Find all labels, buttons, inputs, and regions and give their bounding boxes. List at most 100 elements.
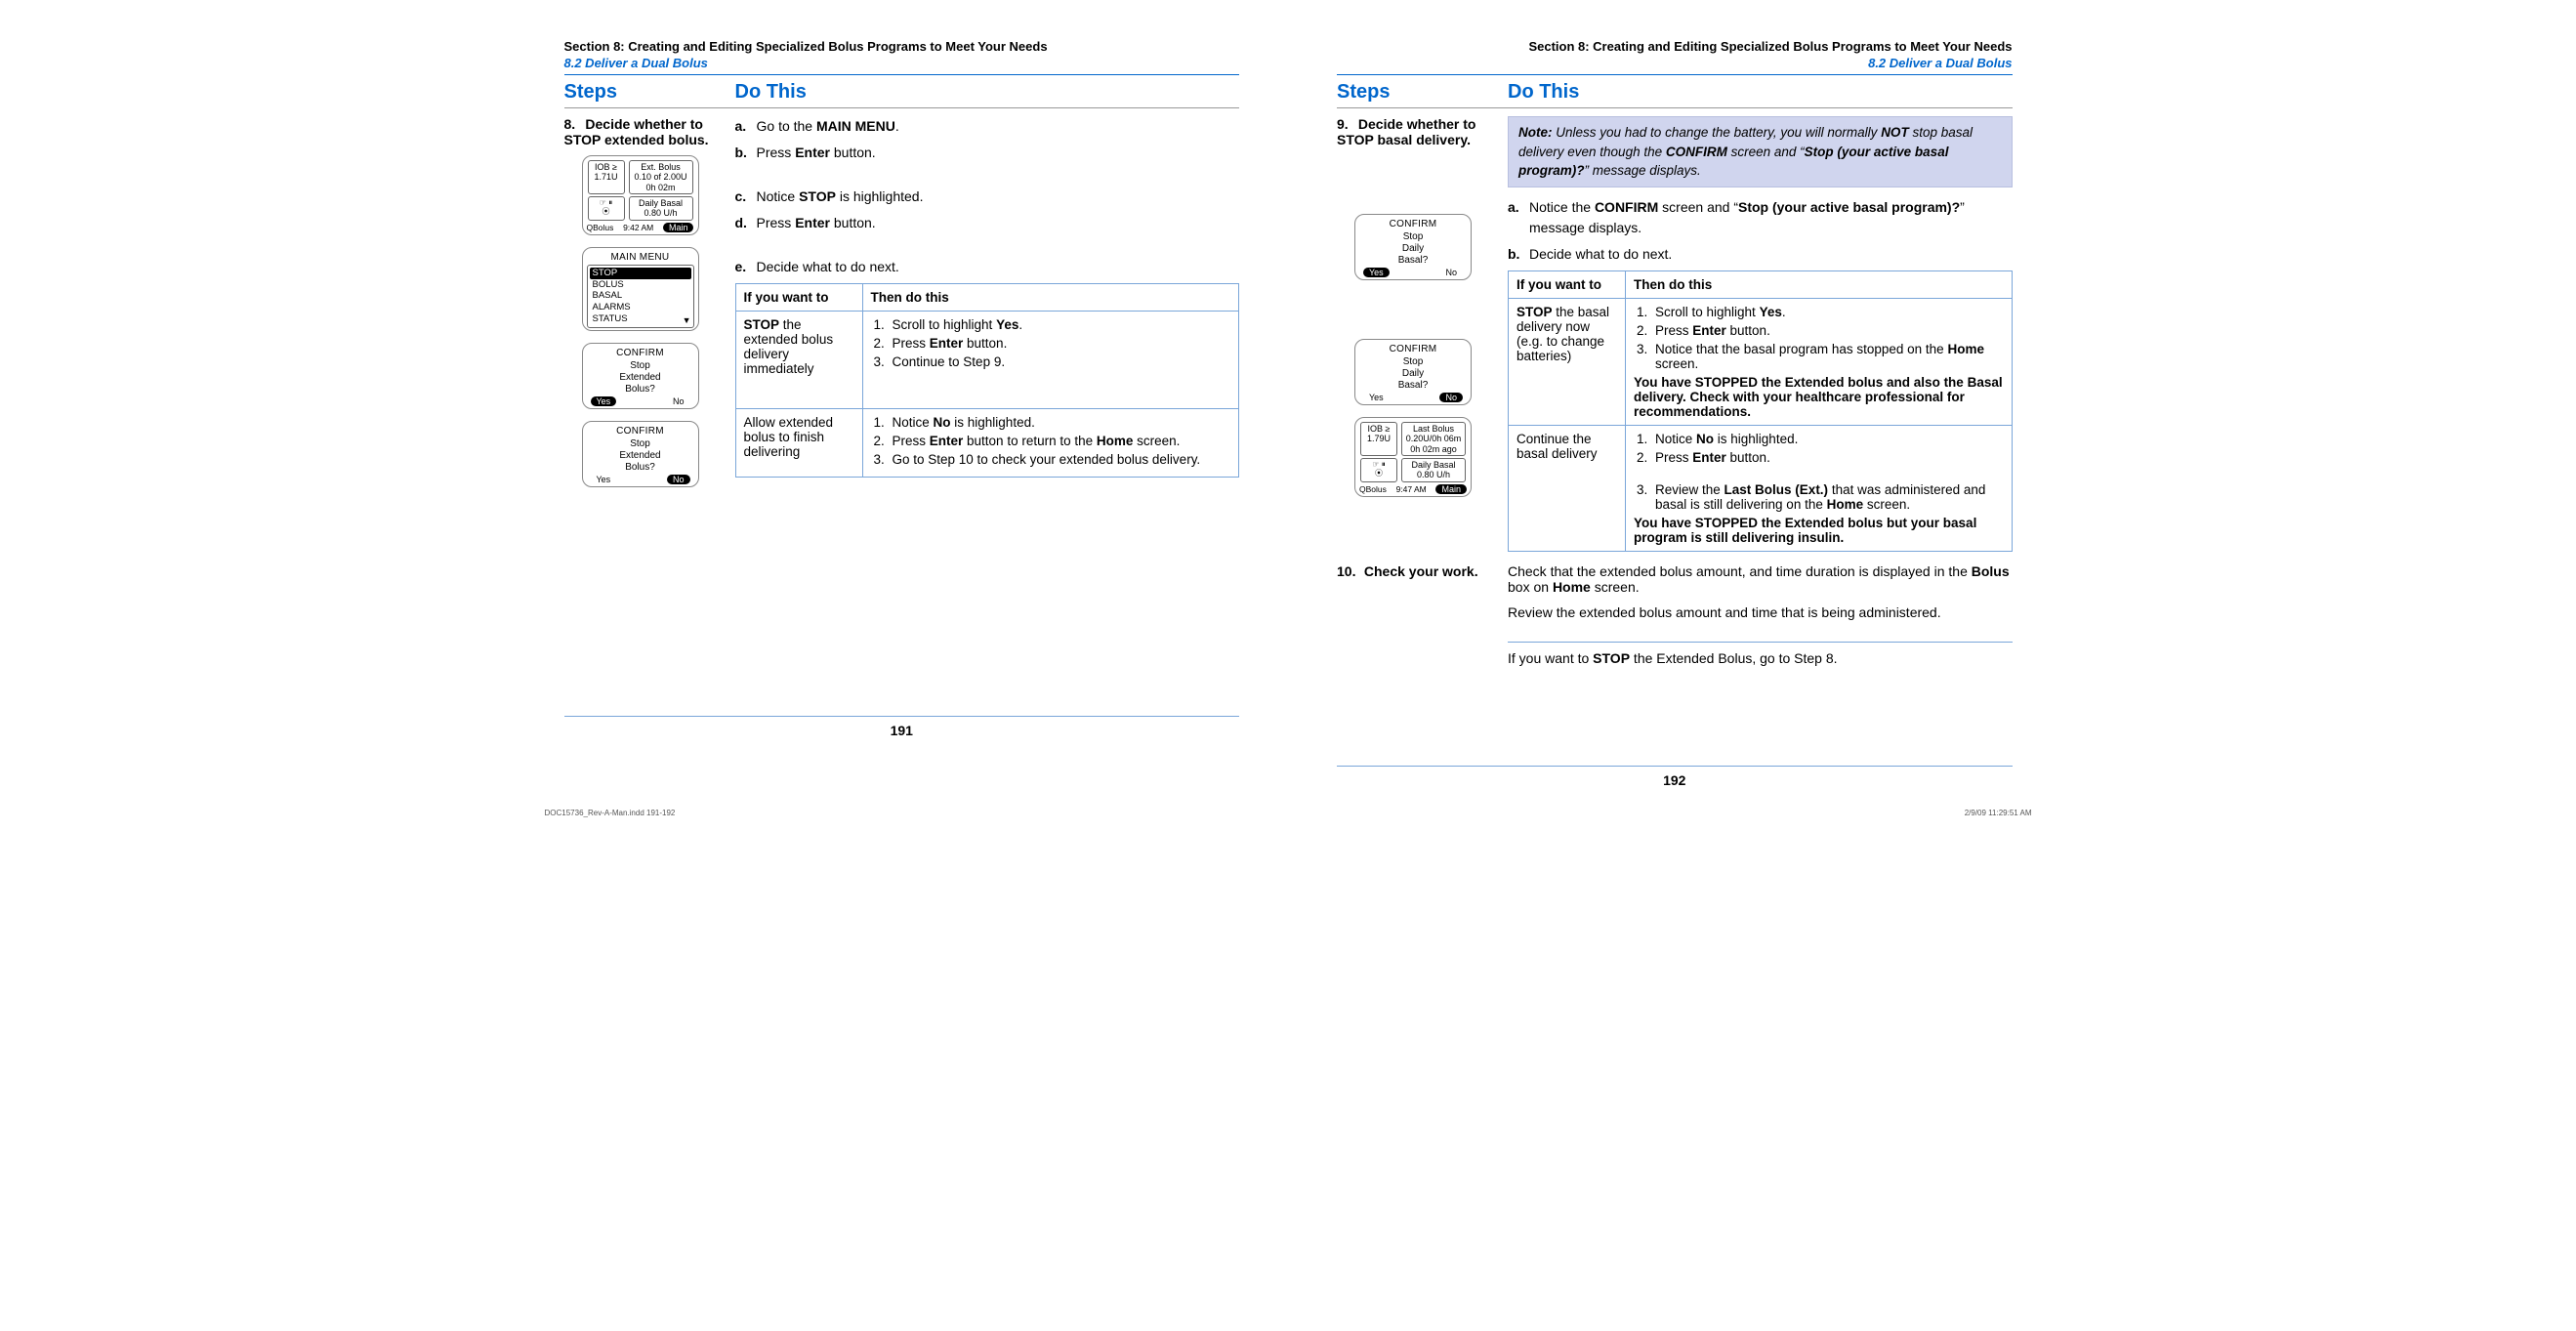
col-header-do-this: Do This [735,81,1240,104]
rule [564,74,1240,75]
rule [1337,74,2013,75]
device-home-screen: IOB ≥ 1.79U Last Bolus 0.20U/0h 06m 0h 0… [1354,417,1472,497]
confirm-title: CONFIRM [587,426,694,437]
step-8-row: 8. Decide whether to STOP extended bolus… [564,116,1240,499]
ext-bolus-l2: 0.10 of 2.00U [632,172,690,182]
confirm-l2: Extended [587,372,694,383]
confirm-yes: Yes [1363,393,1390,402]
confirm-no: No [667,396,690,406]
foot-right: Main [663,223,694,232]
confirm-l1: Stop [587,438,694,449]
ext-bolus-l1: Ext. Bolus [632,162,690,172]
page-number: 191 [564,716,1240,738]
basal-l2: 0.80 U/h [632,208,690,218]
page-left: Section 8: Creating and Editing Speciali… [545,10,1260,788]
device-home-screen: IOB ≥ 1.71U Ext. Bolus 0.10 of 2.00U 0h … [582,155,699,235]
col-header-steps: Steps [564,81,735,104]
confirm-l1: Stop [1359,356,1467,367]
confirm-yes: Yes [591,396,617,406]
section-heading: Section 8: Creating and Editing Speciali… [564,39,1240,54]
device-confirm-no: CONFIRM Stop Extended Bolus? Yes No [582,421,699,487]
confirm-title: CONFIRM [1359,344,1467,354]
step-number: 10. [1337,563,1360,579]
confirm-l2: Daily [1359,368,1467,379]
section-heading: Section 8: Creating and Editing Speciali… [1337,39,2013,54]
foot-center: 9:47 AM [1396,484,1427,494]
substep-c: c.Notice STOP is highlighted. [735,187,1240,207]
step-8-label: 8. Decide whether to STOP extended bolus… [564,116,735,499]
basal-l2: 0.80 U/h [1404,470,1463,479]
step-9-body: Note: Unless you had to change the batte… [1508,116,2013,552]
menu-item-stop: STOP [590,268,691,279]
foot-center: 9:42 AM [623,223,653,232]
confirm-l3: Basal? [1359,255,1467,266]
th-if: If you want to [1509,270,1626,298]
row-tail: You have STOPPED the Extended bolus but … [1634,516,2004,545]
row-tail: You have STOPPED the Extended bolus and … [1634,375,2004,419]
confirm-l1: Stop [1359,231,1467,242]
menu-item-alarms: ALARMS [590,302,691,313]
scroll-up-icon: ▲ [683,268,691,277]
print-slug: 2/9/09 11:29:51 AM [1965,809,2032,817]
last-bolus-l1: Last Bolus [1404,424,1463,434]
step-10-body: Check that the extended bolus amount, an… [1508,563,2013,666]
basal-l1: Daily Basal [1404,460,1463,470]
column-headers: Steps Do This [564,79,1240,108]
step-number: 9. [1337,116,1354,132]
th-then: Then do this [862,284,1239,312]
menu-item-basal: BASAL [590,290,691,302]
last-bolus-l3: 0h 02m ago [1404,444,1463,454]
foot-left: QBolus [587,223,614,232]
table-row: STOP the extended bolus delivery immedia… [735,312,1239,409]
page-right: Section 8: Creating and Editing Speciali… [1317,10,2032,788]
th-then: Then do this [1626,270,2013,298]
ext-bolus-l3: 0h 02m [632,183,690,192]
step-title: Decide whether to STOP basal delivery. [1337,116,1475,147]
step-title: Check your work. [1364,563,1478,579]
confirm-l2: Daily [1359,243,1467,254]
substep-a: a.Notice the CONFIRM screen and “Stop (y… [1508,197,2013,238]
subsection-heading: 8.2 Deliver a Dual Bolus [1337,56,2013,70]
confirm-yes: Yes [1363,268,1390,277]
decision-table: If you want to Then do this STOP the ext… [735,283,1240,478]
confirm-l2: Extended [587,450,694,461]
iob-value: 1.71U [591,172,622,182]
step-8-body: a.Go to the MAIN MENU. b.Press Enter but… [735,116,1240,499]
confirm-no: No [1439,268,1463,277]
device-main-menu: MAIN MENU STOP ▲ BOLUS BASAL ALARMS STAT… [582,247,699,331]
step-10-row: 10. Check your work. Check that the exte… [1337,563,2013,666]
print-slug: DOC15736_Rev-A-Man.indd 191-192 [545,809,676,817]
col-header-do-this: Do This [1508,81,2013,104]
table-row: Continue the basal delivery Notice No is… [1509,425,2013,551]
last-bolus-l2: 0.20U/0h 06m [1404,434,1463,443]
foot-left: QBolus [1359,484,1387,494]
page-spread: Section 8: Creating and Editing Speciali… [545,0,2032,788]
menu-item-bolus: BOLUS [590,279,691,291]
substep-a: a.Go to the MAIN MENU. [735,116,1240,137]
foot-right: Main [1435,484,1467,494]
page-number: 192 [1337,766,2013,788]
menu-item-status: STATUS [590,313,691,325]
note-box: Note: Unless you had to change the batte… [1508,116,2013,187]
basal-l1: Daily Basal [632,198,690,208]
substep-b: b.Decide what to do next. [1508,244,2013,265]
confirm-yes: Yes [591,475,617,484]
substep-e: e.Decide what to do next. [735,257,1240,277]
scroll-down-icon: ▼ [683,315,691,325]
confirm-title: CONFIRM [587,348,694,358]
col-header-steps: Steps [1337,81,1508,104]
column-headers: Steps Do This [1337,79,2013,108]
th-if: If you want to [735,284,862,312]
device-confirm-yes: CONFIRM Stop Extended Bolus? Yes No [582,343,699,409]
confirm-l3: Bolus? [587,462,694,473]
step-9-row: 9. Decide whether to STOP basal delivery… [1337,116,2013,552]
step-9-label: 9. Decide whether to STOP basal delivery… [1337,116,1508,552]
confirm-no: No [667,475,690,484]
subsection-heading: 8.2 Deliver a Dual Bolus [564,56,1240,70]
decision-table: If you want to Then do this STOP the bas… [1508,270,2013,552]
iob-value: 1.79U [1363,434,1394,443]
table-row: Allow extended bolus to finish deliverin… [735,409,1239,478]
iob-label: IOB ≥ [1363,424,1394,434]
step-title: Decide whether to STOP extended bolus. [564,116,709,147]
confirm-no: No [1439,393,1463,402]
